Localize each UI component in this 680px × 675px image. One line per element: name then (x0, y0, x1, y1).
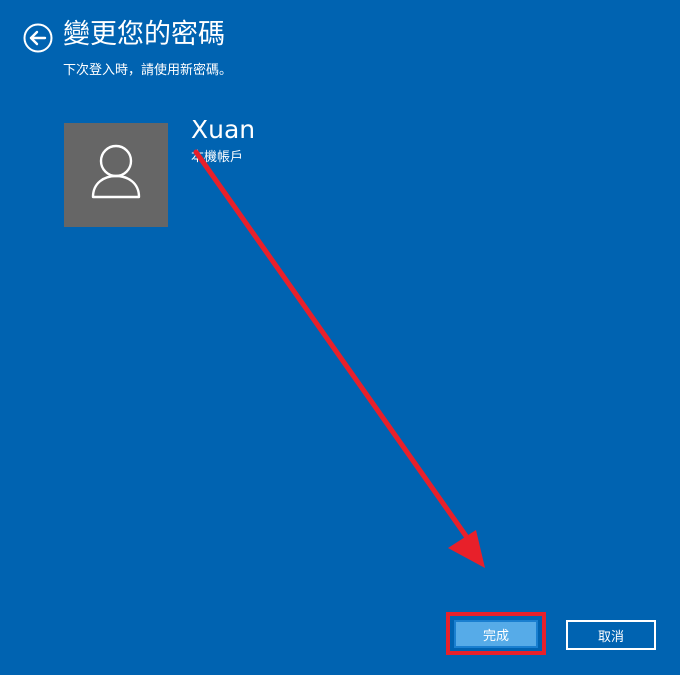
page-subtitle: 下次登入時，請使用新密碼。 (63, 63, 233, 78)
user-name: Xuan (191, 115, 256, 144)
avatar (64, 123, 168, 227)
account-type: 本機帳戶 (191, 150, 244, 165)
user-silhouette-icon (91, 144, 141, 199)
back-button[interactable] (23, 23, 53, 53)
annotation-arrow (193, 149, 485, 568)
back-arrow-icon (23, 23, 53, 53)
finish-button[interactable]: 完成 (454, 620, 538, 648)
page-title: 變更您的密碼 (63, 19, 225, 50)
cancel-button[interactable]: 取消 (566, 620, 656, 650)
